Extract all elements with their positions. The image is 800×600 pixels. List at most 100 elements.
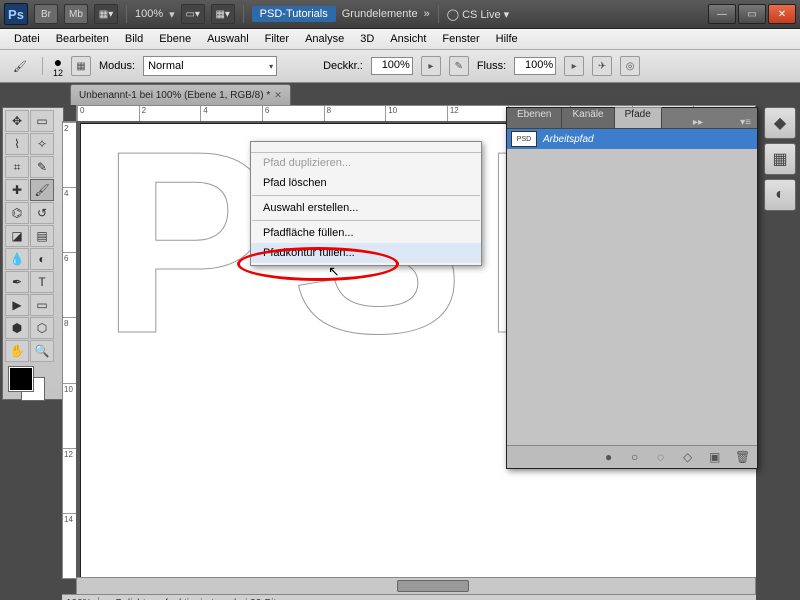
ctx-new-path: Neuer Pfad... — [251, 142, 481, 153]
opt-sep — [42, 57, 43, 75]
marquee-tool[interactable]: ▭ — [30, 110, 54, 132]
pen-tool[interactable]: ✒ — [5, 271, 29, 293]
ctx-make-selection[interactable]: Auswahl erstellen... — [251, 198, 481, 218]
tab-kanale[interactable]: Kanäle — [562, 108, 614, 128]
airbrush-button[interactable]: ✈ — [592, 56, 612, 76]
eraser-tool[interactable]: ◪ — [5, 225, 29, 247]
lasso-tool[interactable]: ⌇ — [5, 133, 29, 155]
flow-input[interactable]: 100% — [514, 57, 556, 75]
mode-label: Modus: — [99, 60, 135, 72]
path-letter-P: P — [101, 121, 274, 393]
opacity-arrow-icon[interactable]: ▸ — [421, 56, 441, 76]
menu-3d[interactable]: 3D — [352, 31, 382, 47]
brush-tool-icon: 🖌 — [8, 54, 32, 78]
document-tab[interactable]: Unbenannt-1 bei 100% (Ebene 1, RGB/8) * … — [70, 84, 291, 105]
hand-tool[interactable]: ✋ — [5, 340, 29, 362]
scrollbar-thumb[interactable] — [397, 580, 469, 592]
workspace-more[interactable]: » — [424, 8, 430, 20]
color-panel-icon[interactable]: ◆ — [764, 107, 796, 139]
gradient-tool[interactable]: ▤ — [30, 225, 54, 247]
panel-expand-icon[interactable]: ▸▸ — [687, 117, 709, 128]
dodge-tool[interactable]: ◐ — [30, 248, 54, 270]
ctx-fill-path[interactable]: Pfadfläche füllen... — [251, 223, 481, 243]
tablet-opacity-button[interactable]: ✎ — [449, 56, 469, 76]
path-select-tool[interactable]: ▶ — [5, 294, 29, 316]
ctx-stroke-path[interactable]: Pfadkontur füllen... — [251, 243, 481, 263]
menu-bild[interactable]: Bild — [117, 31, 151, 47]
arrange-button[interactable]: ▦▾ — [211, 4, 235, 24]
flow-arrow-icon[interactable]: ▸ — [564, 56, 584, 76]
minibridge-button[interactable]: Mb — [64, 4, 88, 24]
path-to-selection-icon[interactable]: ◌ — [657, 450, 671, 464]
tablet-size-button[interactable]: ◎ — [620, 56, 640, 76]
panel-footer: ● ○ ◌ ◇ ▣ 🗑 — [507, 445, 757, 468]
delete-path-icon[interactable]: 🗑 — [735, 450, 749, 464]
app-titlebar: Ps Br Mb ▦▾ 100%▾ ▭▾ ▦▾ PSD-Tutorials Gr… — [0, 0, 800, 29]
screen-mode-button[interactable]: ▭▾ — [181, 4, 205, 24]
fg-color-swatch[interactable] — [9, 367, 33, 391]
close-tab-icon[interactable]: ✕ — [274, 90, 282, 101]
app-logo-icon: Ps — [4, 3, 28, 25]
panel-menu-icon[interactable]: ▾≡ — [734, 117, 757, 128]
titlebar-separator — [126, 5, 127, 23]
menu-datei[interactable]: Datei — [6, 31, 48, 47]
shape-tool[interactable]: ▭ — [30, 294, 54, 316]
menu-analyse[interactable]: Analyse — [297, 31, 352, 47]
path-item-arbeitspfad[interactable]: PSD Arbeitspfad — [507, 129, 757, 149]
3d-tool[interactable]: ⬢ — [5, 317, 29, 339]
selection-to-path-icon[interactable]: ◇ — [683, 450, 697, 464]
document-tabs: Unbenannt-1 bei 100% (Ebene 1, RGB/8) * … — [62, 83, 291, 105]
viewmode-button[interactable]: ▦▾ — [94, 4, 118, 24]
menu-fenster[interactable]: Fenster — [434, 31, 487, 47]
panel-body[interactable] — [507, 149, 757, 445]
zoom-tool[interactable]: 🔍 — [30, 340, 54, 362]
fill-path-icon[interactable]: ● — [605, 450, 619, 464]
minimize-button[interactable]: — — [708, 4, 736, 24]
path-thumbnail: PSD — [511, 131, 537, 147]
eyedropper-tool[interactable]: ✎ — [30, 156, 54, 178]
tab-ebenen[interactable]: Ebenen — [507, 108, 562, 128]
menu-filter[interactable]: Filter — [257, 31, 297, 47]
cslive-button[interactable]: ◯ CS Live ▾ — [447, 8, 509, 21]
history-brush-tool[interactable]: ↺ — [30, 202, 54, 224]
brush-preset-picker[interactable]: ● 12 — [53, 55, 63, 78]
menu-auswahl[interactable]: Auswahl — [199, 31, 257, 47]
workspace-button[interactable]: PSD-Tutorials — [252, 6, 336, 22]
ctx-separator — [252, 195, 480, 196]
titlebar-separator — [438, 5, 439, 23]
tab-pfade[interactable]: Pfade — [615, 107, 662, 128]
wand-tool[interactable]: ✧ — [30, 133, 54, 155]
adjustments-panel-icon[interactable]: ◐ — [764, 179, 796, 211]
toolbox: ✥ ▭ ⌇ ✧ ⌗ ✎ ✚ 🖌 ⌬ ↺ ◪ ▤ 💧 ◐ ✒ T ▶ ▭ ⬢ ⬡ … — [2, 107, 64, 400]
maximize-button[interactable]: ▭ — [738, 4, 766, 24]
menu-ansicht[interactable]: Ansicht — [382, 31, 434, 47]
type-tool[interactable]: T — [30, 271, 54, 293]
close-button[interactable]: ✕ — [768, 4, 796, 24]
menu-bearbeiten[interactable]: Bearbeiten — [48, 31, 117, 47]
opacity-input[interactable]: 100% — [371, 57, 413, 75]
crop-tool[interactable]: ⌗ — [5, 156, 29, 178]
horizontal-scrollbar[interactable] — [76, 577, 756, 595]
zoom-level[interactable]: 100% — [135, 8, 163, 20]
blur-tool[interactable]: 💧 — [5, 248, 29, 270]
brush-tool[interactable]: 🖌 — [30, 179, 54, 201]
ctx-delete-path[interactable]: Pfad löschen — [251, 173, 481, 193]
new-path-icon[interactable]: ▣ — [709, 450, 723, 464]
color-swatches[interactable] — [5, 365, 57, 397]
swatches-panel-icon[interactable]: ▦ — [764, 143, 796, 175]
ctx-duplicate-path: Pfad duplizieren... — [251, 153, 481, 173]
paths-panel: Ebenen Kanäle Pfade ▸▸ ▾≡ PSD Arbeitspfa… — [506, 107, 758, 469]
brush-panel-button[interactable]: ▦ — [71, 56, 91, 76]
workspace-secondary[interactable]: Grundelemente — [342, 8, 418, 20]
panel-tabs: Ebenen Kanäle Pfade ▸▸ ▾≡ — [507, 108, 757, 129]
menu-ebene[interactable]: Ebene — [151, 31, 199, 47]
heal-tool[interactable]: ✚ — [5, 179, 29, 201]
status-bar: 100% ▸ Belichtung funktioniert nur bei 3… — [62, 594, 756, 600]
stroke-path-icon[interactable]: ○ — [631, 450, 645, 464]
menu-hilfe[interactable]: Hilfe — [488, 31, 526, 47]
mode-select[interactable]: Normal — [143, 56, 277, 76]
stamp-tool[interactable]: ⌬ — [5, 202, 29, 224]
3dcam-tool[interactable]: ⬡ — [30, 317, 54, 339]
move-tool[interactable]: ✥ — [5, 110, 29, 132]
bridge-button[interactable]: Br — [34, 4, 58, 24]
